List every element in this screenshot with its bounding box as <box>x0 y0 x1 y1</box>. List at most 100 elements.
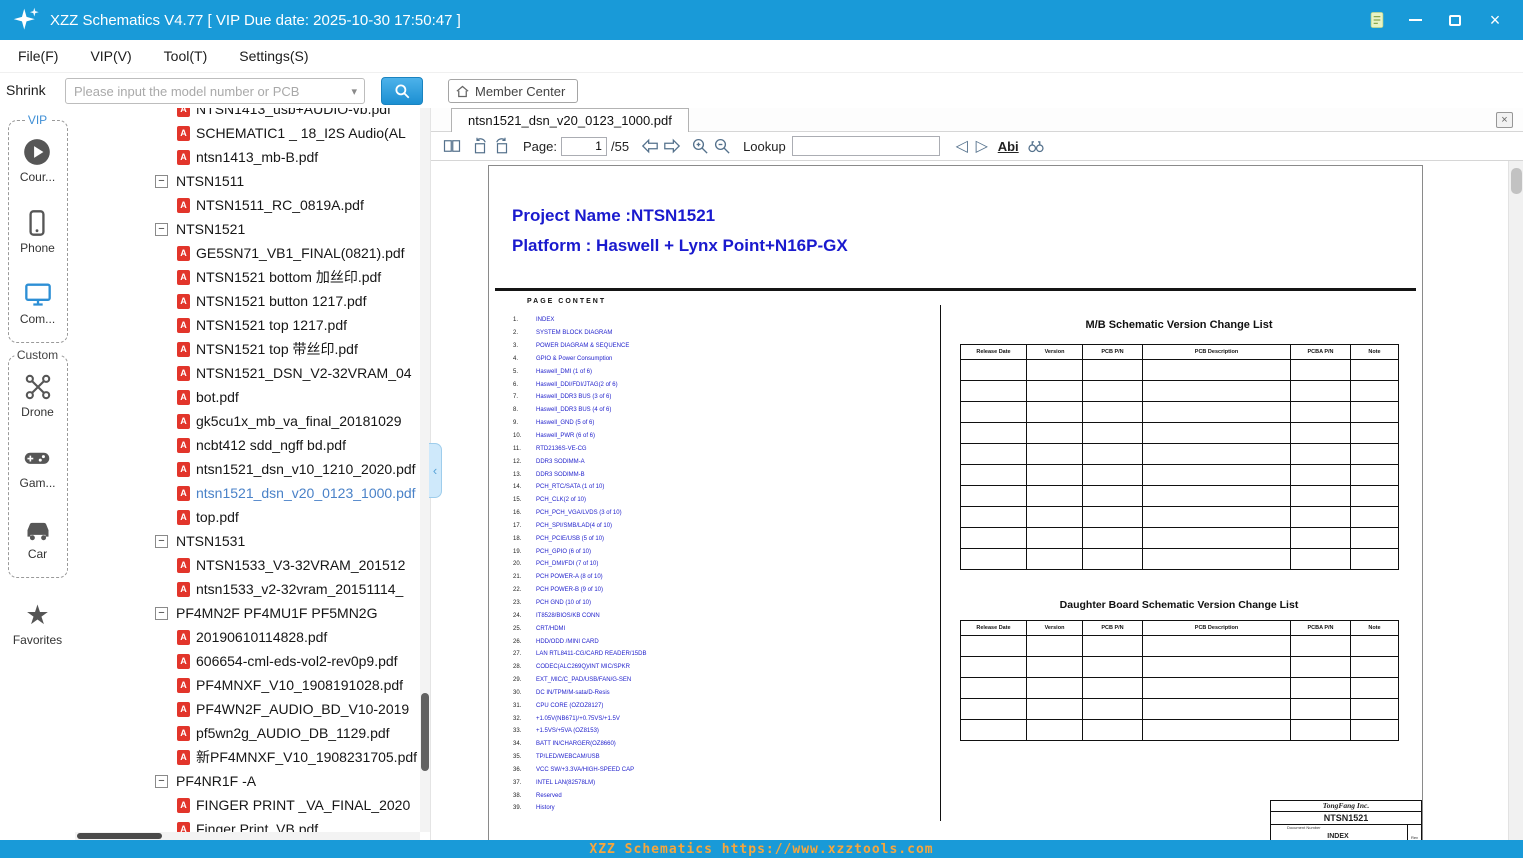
tree-file-row[interactable]: APF4WN2F_AUDIO_BD_V10-2019 <box>75 697 420 721</box>
pdf-file-icon: A <box>177 414 190 429</box>
table-cell <box>1083 678 1143 699</box>
table-row <box>961 360 1399 381</box>
tree-file-row[interactable]: ASCHEMATIC1 _ 18_I2S Audio(AL <box>75 121 420 145</box>
notes-icon[interactable] <box>1367 10 1387 30</box>
zoom-out-icon[interactable] <box>711 135 733 157</box>
tree-file-row[interactable]: AFinger Print_VB.pdf <box>75 817 420 832</box>
menu-item-toolt[interactable]: Tool(T) <box>164 48 208 64</box>
tree-file-row[interactable]: APF4MNXF_V10_1908191028.pdf <box>75 673 420 697</box>
tree-file-row[interactable]: Antsn1521_dsn_v20_0123_1000.pdf <box>75 481 420 505</box>
toc-row: 4.GPIO & Power Consumption <box>513 353 646 366</box>
pdf-viewer[interactable]: Project Name :NTSN1521 Platform : Haswel… <box>431 161 1508 840</box>
toc-title: POWER DIAGRAM & SEQUENCE <box>536 343 629 349</box>
tree-file-row[interactable]: ANTSN1413_usb+AUDIO-vb.pdf <box>75 108 420 121</box>
sidebar-item-car[interactable]: Car <box>23 514 53 561</box>
tree-file-row[interactable]: A20190610114828.pdf <box>75 625 420 649</box>
find-prev-icon[interactable]: ◁ <box>952 136 972 156</box>
page-number-input[interactable] <box>561 137 607 156</box>
collapse-minus-icon[interactable]: − <box>155 175 168 188</box>
zoom-in-icon[interactable] <box>689 135 711 157</box>
tree-file-row[interactable]: Atop.pdf <box>75 505 420 529</box>
viewer-scrollbar-thumb[interactable] <box>1511 168 1522 194</box>
tree-file-row[interactable]: AFINGER PRINT _VA_FINAL_2020 <box>75 793 420 817</box>
sidebar-item-favorites[interactable]: ★Favorites <box>13 600 62 647</box>
viewer-scrollbar[interactable] <box>1508 161 1523 840</box>
table-cell <box>961 636 1027 657</box>
shrink-button[interactable]: Shrink <box>6 82 46 98</box>
tree-file-row[interactable]: ANTSN1521 button 1217.pdf <box>75 289 420 313</box>
tree-file-row[interactable]: A606654-cml-eds-vol2-rev0p9.pdf <box>75 649 420 673</box>
tree-horizontal-scrollbar-thumb[interactable] <box>77 833 162 839</box>
collapse-minus-icon[interactable]: − <box>155 223 168 236</box>
tree-file-row[interactable]: ANTSN1521 bottom 加丝印.pdf <box>75 265 420 289</box>
toc-row: 15.PCH_CLK(2 of 10) <box>513 494 646 507</box>
tree-file-row[interactable]: ANTSN1521_DSN_V2-32VRAM_04 <box>75 361 420 385</box>
tree-collapse-handle[interactable]: ‹ <box>429 443 442 498</box>
prev-page-icon[interactable] <box>639 135 661 157</box>
toc-title: PCH POWER-B (9 of 10) <box>536 587 603 593</box>
table-cell <box>1143 657 1291 678</box>
document-tab[interactable]: ntsn1521_dsn_v20_0123_1000.pdf <box>451 108 689 132</box>
rotate-right-icon[interactable] <box>491 135 513 157</box>
tree-file-row[interactable]: ANTSN1521 top 带丝印.pdf <box>75 337 420 361</box>
sidebar-item-phone[interactable]: Phone <box>20 208 55 255</box>
tree-folder-row[interactable]: −NTSN1531 <box>75 529 420 553</box>
pdf-file-icon: A <box>177 510 190 525</box>
tree-file-row[interactable]: Antsn1521_dsn_v10_1210_2020.pdf <box>75 457 420 481</box>
tree-item-label: NTSN1521 <box>176 221 245 237</box>
rotate-left-icon[interactable] <box>469 135 491 157</box>
tree-file-row[interactable]: ANTSN1521 top 1217.pdf <box>75 313 420 337</box>
sidebar-item-gam[interactable]: Gam... <box>19 443 55 490</box>
next-page-icon[interactable] <box>661 135 683 157</box>
toc-row: 31.CPU CORE (OZOZ8127) <box>513 699 646 712</box>
tree-file-row[interactable]: Agk5cu1x_mb_va_final_20181029 <box>75 409 420 433</box>
member-center-button[interactable]: Member Center <box>448 79 578 103</box>
sidebar-item-com[interactable]: Com... <box>20 279 55 326</box>
tree-file-row[interactable]: Apf5wn2g_AUDIO_DB_1129.pdf <box>75 721 420 745</box>
tree-file-row[interactable]: Abot.pdf <box>75 385 420 409</box>
search-input[interactable] <box>66 84 351 99</box>
tree-folder-row[interactable]: −PF4NR1F -A <box>75 769 420 793</box>
tree-vertical-scrollbar-thumb[interactable] <box>421 693 429 771</box>
collapse-minus-icon[interactable]: − <box>155 535 168 548</box>
tree-file-row[interactable]: ANTSN1511_RC_0819A.pdf <box>75 193 420 217</box>
tree-file-row[interactable]: Antsn1413_mb-B.pdf <box>75 145 420 169</box>
tree-file-row[interactable]: A新PF4MNXF_V10_1908231705.pdf <box>75 745 420 769</box>
maximize-button[interactable] <box>1443 8 1467 32</box>
table-cell <box>961 423 1027 444</box>
toc-row: 32.+1.05V(NB671)/+0.75VS/+1.5V <box>513 712 646 725</box>
model-search-combobox[interactable]: ▾ <box>65 78 365 104</box>
toc-row: 26.HDD/ODD /MINI CARD <box>513 635 646 648</box>
minimize-button[interactable] <box>1403 8 1427 32</box>
tree-folder-row[interactable]: −PF4MN2F PF4MU1F PF5MN2G <box>75 601 420 625</box>
close-button[interactable]: × <box>1483 8 1507 32</box>
tree-folder-row[interactable]: −NTSN1521 <box>75 217 420 241</box>
tree-file-row[interactable]: Antsn1533_v2-32vram_20151114_ <box>75 577 420 601</box>
binoculars-icon[interactable] <box>1025 135 1047 157</box>
toc-row: 34.BATT IN/CHARGER(OZ8660) <box>513 738 646 751</box>
sidebar-item-drone[interactable]: Drone <box>21 372 54 419</box>
match-case-icon[interactable]: Abi <box>998 139 1019 154</box>
toc-row: 7.Haswell_DDR3 BUS (3 of 6) <box>513 391 646 404</box>
table-header-cell: Version <box>1027 345 1083 360</box>
lookup-input[interactable] <box>792 136 940 156</box>
tree-file-row[interactable]: AGE5SN71_VB1_FINAL(0821).pdf <box>75 241 420 265</box>
tree-horizontal-scrollbar[interactable] <box>75 832 420 840</box>
tree-file-row[interactable]: ANTSN1533_V3-32VRAM_201512 <box>75 553 420 577</box>
search-button[interactable] <box>381 77 423 105</box>
find-next-icon[interactable]: ▷ <box>972 136 992 156</box>
table-cell <box>1351 486 1399 507</box>
close-tab-icon[interactable]: × <box>1496 112 1513 128</box>
collapse-minus-icon[interactable]: − <box>155 607 168 620</box>
chevron-down-icon[interactable]: ▾ <box>351 85 364 98</box>
toc-row: 13.DDR3 SODIMM-B <box>513 468 646 481</box>
sidebar-item-cour[interactable]: Cour... <box>20 137 55 184</box>
tree-folder-row[interactable]: −NTSN1511 <box>75 169 420 193</box>
menu-item-settingss[interactable]: Settings(S) <box>239 48 308 64</box>
collapse-minus-icon[interactable]: − <box>155 775 168 788</box>
menu-item-filef[interactable]: File(F) <box>18 48 58 64</box>
dual-page-view-icon[interactable] <box>441 135 463 157</box>
tree-item-label: NTSN1511_RC_0819A.pdf <box>196 197 364 213</box>
menu-item-vipv[interactable]: VIP(V) <box>90 48 131 64</box>
tree-file-row[interactable]: Ancbt412 sdd_ngff bd.pdf <box>75 433 420 457</box>
